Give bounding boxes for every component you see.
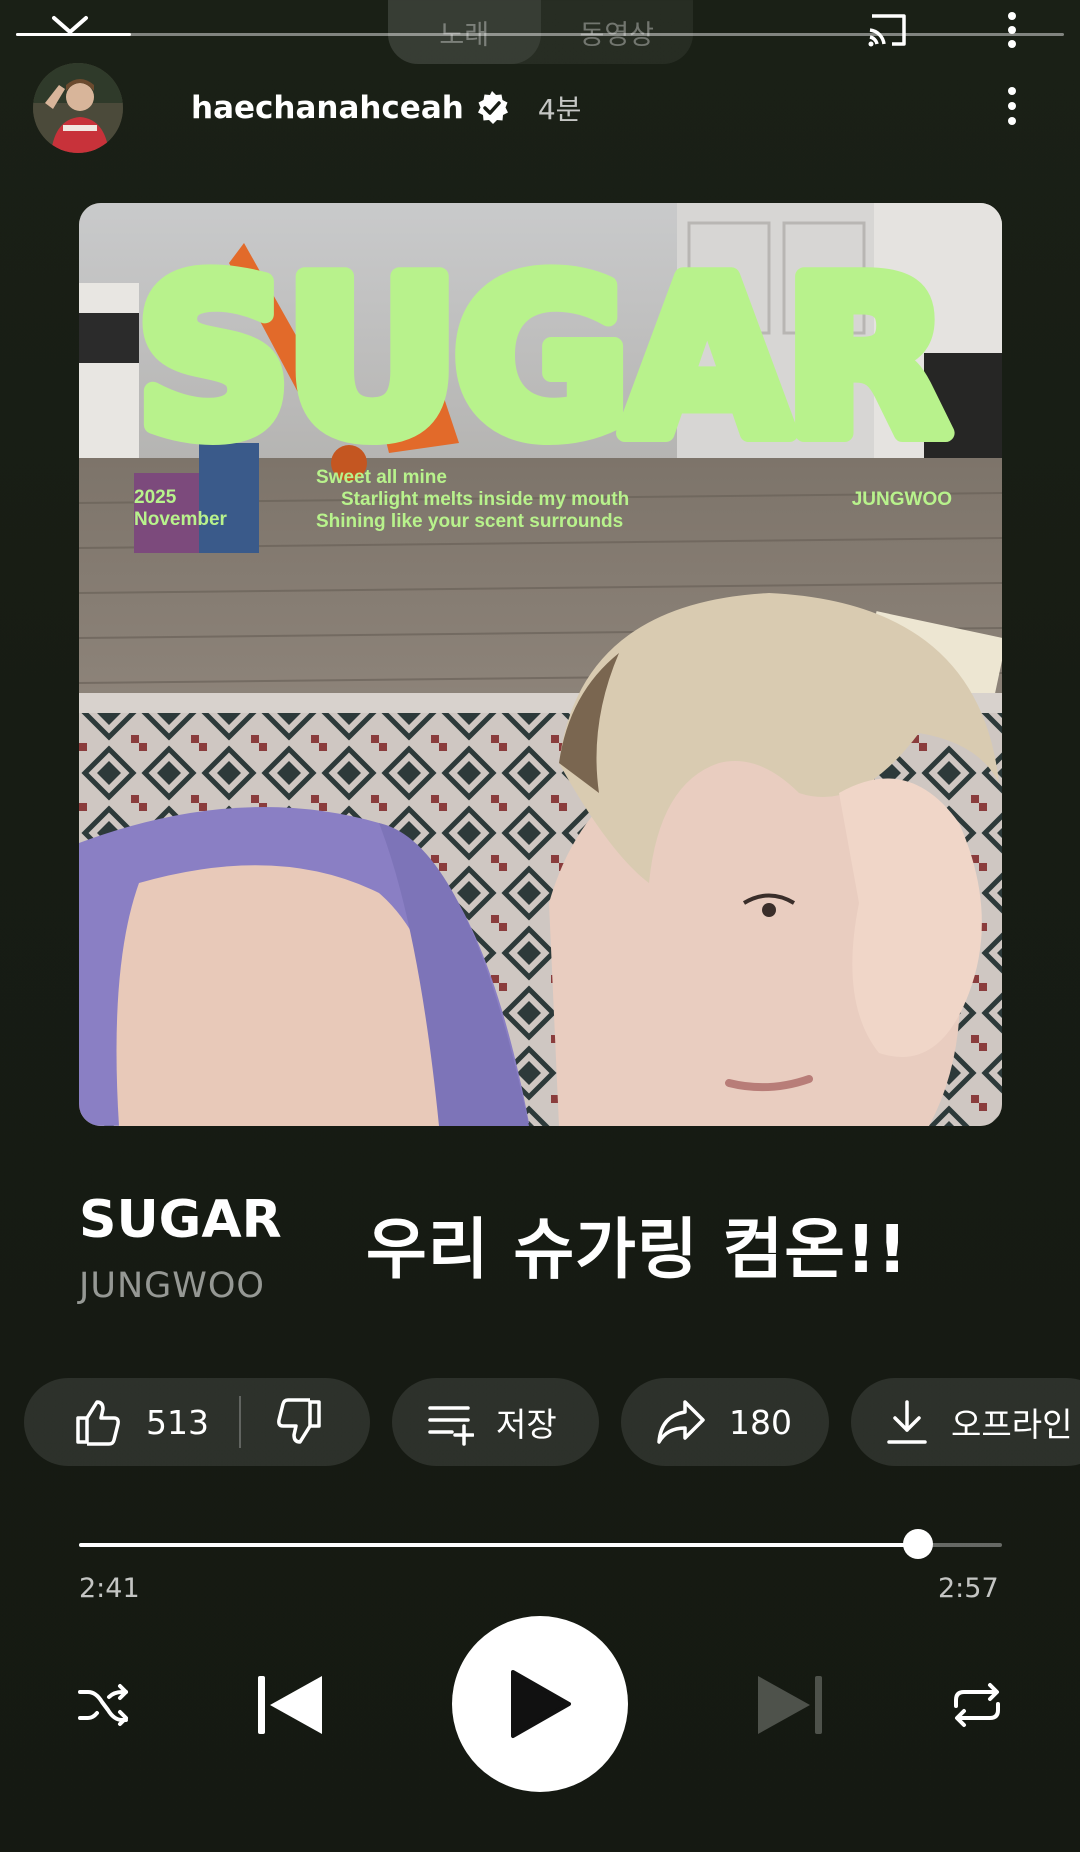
story-author-row: haechanahceah 4분 [33,63,581,153]
divider [239,1396,241,1448]
album-art: SUGAR 2025 November Sweet all mine Starl… [79,203,1002,1126]
top-bar: 노래 동영상 [0,0,1080,64]
album-month: November [134,509,228,530]
username[interactable]: haechanahceah [191,90,464,126]
content-type-tabs: 노래 동영상 [388,0,693,64]
album-lyric-3: Shining like your scent surrounds [316,511,623,532]
album-artist-art: JUNGWOO [852,489,952,510]
next-track-icon [758,1676,822,1734]
chevron-down-icon[interactable] [50,14,90,36]
repeat-icon[interactable] [950,1678,1004,1732]
shuffle-icon[interactable] [76,1678,130,1732]
play-button[interactable] [452,1616,628,1792]
song-artist[interactable]: JUNGWOO [79,1266,265,1306]
download-label: 오프라인 [951,1405,1073,1444]
play-icon [511,1670,571,1738]
action-chips: 513 저장 180 오프라인 [24,1378,1080,1466]
thumbs-up-icon[interactable] [72,1396,124,1448]
story-caption-text: 우리 슈가링 컴온!! [366,1211,909,1288]
cast-icon[interactable] [866,8,910,52]
playback-controls [0,1616,1080,1796]
save-button[interactable]: 저장 [392,1378,599,1466]
more-vert-icon[interactable] [1000,8,1024,52]
progress-played [79,1543,918,1547]
playback-progress-bar[interactable] [79,1529,1002,1559]
total-time: 2:57 [938,1573,999,1604]
song-title: SUGAR [79,1190,282,1250]
current-time: 2:41 [79,1573,140,1604]
like-dislike-group: 513 [24,1378,370,1466]
save-label: 저장 [496,1405,557,1444]
tab-songs[interactable]: 노래 [388,0,541,64]
playlist-add-icon [428,1406,474,1446]
avatar[interactable] [33,63,123,153]
share-icon [657,1400,705,1444]
album-lyric-1: Sweet all mine [316,467,447,488]
more-vert-icon[interactable] [1000,83,1024,129]
album-lyric-2: Starlight melts inside my mouth [341,489,629,510]
progress-scrubber[interactable] [903,1529,933,1559]
like-count: 513 [146,1402,209,1442]
tab-videos[interactable]: 동영상 [541,0,694,64]
thumbs-down-icon[interactable] [273,1396,325,1448]
album-year: 2025 [134,487,177,508]
post-time: 4분 [537,93,582,126]
download-icon [887,1400,927,1444]
download-button[interactable]: 오프라인 [851,1378,1080,1466]
previous-track-icon[interactable] [256,1672,326,1738]
verified-badge-icon [477,91,508,124]
share-count: 180 [729,1402,792,1442]
album-title-art: SUGAR [136,233,946,484]
share-button[interactable]: 180 [621,1378,829,1466]
